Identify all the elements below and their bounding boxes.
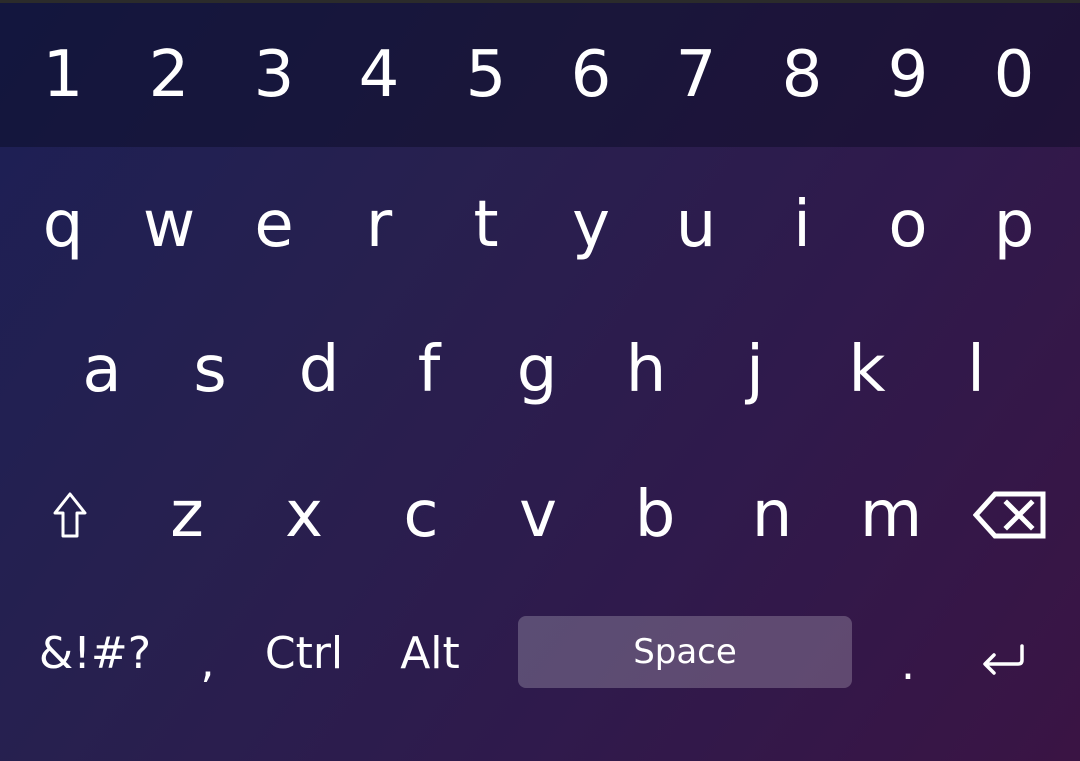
key-q[interactable]: q	[10, 160, 116, 290]
key-x[interactable]: x	[246, 450, 362, 580]
key-0[interactable]: 0	[961, 3, 1067, 147]
key-9[interactable]: 9	[855, 3, 961, 147]
home-row: a s d f g h j k l	[0, 305, 1080, 435]
key-label: r	[365, 188, 393, 262]
key-z[interactable]: z	[129, 450, 245, 580]
key-label: c	[403, 478, 439, 552]
shift-key[interactable]	[12, 450, 128, 580]
bottom-letter-row: z x c v b n m	[0, 450, 1080, 580]
key-label: .	[901, 639, 915, 690]
key-u[interactable]: u	[643, 160, 749, 290]
ctrl-key[interactable]: Ctrl	[250, 606, 358, 702]
key-j[interactable]: j	[701, 305, 809, 435]
key-v[interactable]: v	[480, 450, 596, 580]
key-o[interactable]: o	[855, 160, 961, 290]
key-r[interactable]: r	[326, 160, 432, 290]
space-key[interactable]: Space	[518, 616, 852, 688]
key-label: 8	[781, 38, 823, 112]
key-i[interactable]: i	[749, 160, 855, 290]
key-label: j	[746, 333, 764, 407]
key-label: 6	[570, 38, 612, 112]
key-label: p	[993, 188, 1035, 262]
key-label: q	[42, 188, 84, 262]
key-g[interactable]: g	[483, 305, 591, 435]
key-label: 4	[358, 38, 400, 112]
key-c[interactable]: c	[363, 450, 479, 580]
key-label: Space	[633, 632, 737, 672]
key-label: t	[473, 188, 499, 262]
key-label: i	[793, 188, 811, 262]
key-label: 0	[993, 38, 1035, 112]
key-label: 1	[42, 38, 84, 112]
key-3[interactable]: 3	[221, 3, 327, 147]
key-m[interactable]: m	[833, 450, 949, 580]
key-label: 2	[148, 38, 190, 112]
key-label: s	[193, 333, 227, 407]
key-label: z	[170, 478, 204, 552]
key-label: m	[859, 478, 923, 552]
key-label: n	[751, 478, 793, 552]
key-7[interactable]: 7	[643, 3, 749, 147]
key-label: h	[625, 333, 667, 407]
backspace-key[interactable]	[952, 450, 1068, 580]
qwerty-row: q w e r t y u i o p	[0, 160, 1080, 290]
key-label: k	[848, 333, 886, 407]
key-label: 7	[675, 38, 717, 112]
key-label: f	[417, 333, 441, 407]
key-5[interactable]: 5	[433, 3, 539, 147]
key-label: e	[254, 188, 294, 262]
key-label: 5	[465, 38, 507, 112]
key-l[interactable]: l	[922, 305, 1030, 435]
key-label: a	[82, 333, 122, 407]
key-label: g	[516, 333, 558, 407]
key-t[interactable]: t	[433, 160, 539, 290]
key-label: 3	[253, 38, 295, 112]
key-s[interactable]: s	[156, 305, 264, 435]
key-1[interactable]: 1	[10, 3, 116, 147]
enter-icon	[983, 644, 1024, 675]
key-6[interactable]: 6	[538, 3, 644, 147]
key-label: o	[888, 188, 928, 262]
key-label: v	[519, 478, 557, 552]
key-label: l	[967, 333, 985, 407]
key-y[interactable]: y	[538, 160, 644, 290]
key-label: x	[285, 478, 323, 552]
key-8[interactable]: 8	[749, 3, 855, 147]
key-label: y	[572, 188, 610, 262]
soft-keyboard: 1 2 3 4 5 6 7 8 9 0 q w e r t y u i o p …	[0, 0, 1080, 761]
key-label: &!#?	[38, 628, 152, 679]
alt-key[interactable]: Alt	[380, 606, 480, 702]
key-label: 9	[887, 38, 929, 112]
key-w[interactable]: w	[116, 160, 222, 290]
key-p[interactable]: p	[961, 160, 1067, 290]
key-e[interactable]: e	[221, 160, 327, 290]
symbols-key[interactable]: &!#?	[30, 606, 160, 702]
shift-icon	[53, 492, 87, 538]
key-d[interactable]: d	[265, 305, 373, 435]
key-label: u	[675, 188, 717, 262]
key-h[interactable]: h	[592, 305, 700, 435]
comma-key[interactable]: ,	[170, 606, 245, 702]
key-label: Alt	[400, 628, 460, 679]
key-label: Ctrl	[264, 628, 344, 679]
key-f[interactable]: f	[375, 305, 483, 435]
period-key[interactable]: .	[870, 606, 946, 702]
key-k[interactable]: k	[813, 305, 921, 435]
number-row: 1 2 3 4 5 6 7 8 9 0	[0, 3, 1080, 147]
key-n[interactable]: n	[714, 450, 830, 580]
enter-key[interactable]	[960, 606, 1048, 702]
key-label: ,	[200, 637, 215, 688]
key-4[interactable]: 4	[326, 3, 432, 147]
key-label: d	[298, 333, 340, 407]
key-label: w	[142, 188, 196, 262]
key-a[interactable]: a	[48, 305, 156, 435]
backspace-icon	[973, 491, 1046, 539]
function-row: &!#? , Ctrl Alt Space .	[0, 606, 1080, 702]
key-b[interactable]: b	[597, 450, 713, 580]
key-label: b	[634, 478, 676, 552]
key-2[interactable]: 2	[116, 3, 222, 147]
